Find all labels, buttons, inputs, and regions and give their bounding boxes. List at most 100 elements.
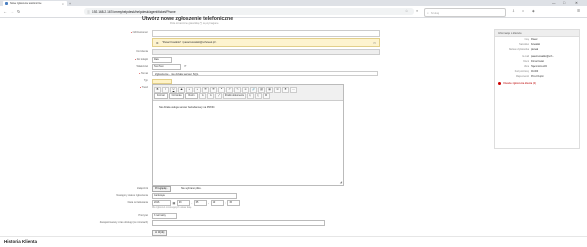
cc-label: Do klienta [136,50,148,53]
attachment-label: Załącznik [137,187,148,190]
pending-minute-select[interactable]: 15 [227,200,241,206]
editor-body-text[interactable]: Nie działa usługa serwer bazodanowy na P… [159,106,215,109]
menu-icon[interactable]: ☰ [577,9,580,13]
bookmark-star-icon[interactable]: ☆ [405,9,408,13]
search-icon: ⌕ [427,10,429,15]
subject-label: Temat [88,72,148,75]
subject-input[interactable]: Zgłoszenie - nie działa serwer SQL [152,70,378,76]
pending-month-select[interactable]: 03 [176,200,190,206]
font-select[interactable]: Czcionka [168,93,185,99]
favicon-icon [5,2,8,5]
open-tickets-link[interactable]: Otwarte zgłoszenia klienta (0) [503,82,536,85]
calendar-icon[interactable]: ▦ [173,201,176,205]
info-value: Przez Dupki [531,76,544,78]
text-label: Treść [88,86,148,89]
address-bar[interactable]: ⓘ 192.168.2.167/ommyhelpdesk/helpdesk/ag… [84,8,414,15]
paste-button[interactable]: ⎗ [254,93,262,99]
time-units-label: Zarejestrowany czas obsługi (w minutach) [99,221,148,224]
info-value: pkowal [531,49,539,51]
browser-tab-title: Nowe zgłoszenie telefoniczne [10,2,42,5]
maximize-button[interactable]: ⤢ [215,93,223,99]
customer-info-header: Informacje o kliencie [495,30,579,37]
paste-text-button[interactable]: ⌘ [262,93,270,99]
date-separator: - [191,201,193,205]
window-minimize-button[interactable]: — [552,1,556,5]
info-value: 00-000 [531,71,539,73]
info-key: Miejscowość [515,76,529,78]
info-key: Ulica [523,66,529,68]
pending-day-select[interactable]: 05 [193,200,207,206]
attachment-status: Nie wybrano pliku. [181,187,202,190]
from-input[interactable] [152,30,380,37]
next-state-label: Następny status zgłoszenia [116,194,148,197]
customer-chip: ⊗ "Pawel Kowalski" <pawel.kowalski@schow… [152,38,380,47]
info-key: Klient [523,61,529,63]
extension-icon[interactable]: ◈ [532,9,535,13]
section-divider [0,236,587,237]
time-units-input[interactable] [152,220,325,226]
text-color-button[interactable]: A [199,93,207,99]
anchor-button[interactable]: ⚑ [282,87,289,93]
open-tickets-icon [498,82,501,85]
format-select[interactable]: Format [154,93,168,99]
info-value: Tajemnicza 222 [531,66,547,68]
date-separator: - [208,201,210,205]
page-subtitle: Pola oznaczone gwiazdką (*) są wymagane. [170,22,220,25]
resize-handle-icon[interactable]: ◢ [340,180,342,184]
source-button[interactable]: Źródło dokumentu [223,93,246,99]
remove-customer-icon[interactable]: ⊗ [156,41,159,45]
reader-icon[interactable]: ≡ [416,9,418,13]
info-key: E-mail [522,56,529,58]
customer-info-panel: Informacje o kliencie Imię Paweł Nazwisk… [494,29,580,149]
info-value: Paweł [531,39,538,41]
info-value: Kowalski [531,44,541,46]
reload-icon[interactable]: ↻ [17,9,20,14]
browser-search[interactable]: ⌕ Szukaj [424,8,506,17]
customer-chip-text: "Pawel Kowalski" <pawel.kowalski@schowek… [162,40,217,44]
page-title: Utwórz nowe zgłoszenie telefoniczne [142,15,234,22]
address-bar-url: 192.168.2.167/ommyhelpdesk/helpdesk/agen… [92,9,176,14]
pending-hint: Dla zgłoszeń oczekujących ustaw datę. [152,207,192,209]
pending-year-select[interactable]: 2016 [152,200,171,206]
info-value[interactable]: pawel.kowalski@sch... [531,56,554,58]
more-button[interactable]: ⋯ [290,87,297,93]
tab-close-icon[interactable]: × [62,2,64,6]
copy-button[interactable]: ⎘ [246,93,254,99]
info-value: Firma Kowal [531,61,544,63]
browse-button[interactable]: Przeglądaj... [152,186,172,192]
forward-icon[interactable]: → [10,9,14,14]
type-select[interactable] [152,78,172,84]
priority-label: Priorytet [138,214,148,217]
pending-date-label: Data oczekiwania [127,201,148,204]
queue-label: Do kolejki [88,58,148,61]
size-select[interactable]: Rozm. [185,93,199,99]
from-label: Od/Customer [88,31,148,34]
search-input[interactable]: Szukaj [431,11,439,15]
refresh-owner-icon[interactable]: ⟳ [184,64,187,68]
window-close-button[interactable]: ✕ [575,1,578,5]
bg-color-button[interactable]: A [207,93,215,99]
site-info-icon[interactable]: ⓘ [87,10,90,14]
cc-input[interactable] [152,49,380,55]
submit-label: Wyślij [158,231,165,234]
owner-label: Właściciel [136,65,148,68]
window-maximize-button[interactable]: □ [563,1,565,5]
back-icon[interactable]: ← [3,9,7,14]
downloads-icon[interactable]: ⇩ [512,9,515,13]
special-char-button[interactable]: Ω [274,87,281,93]
queue-select[interactable]: Raw [152,57,172,63]
pending-hour-select[interactable]: 10 [210,200,224,206]
customer-info-icon[interactable]: ▭ [373,41,376,45]
rich-text-editor[interactable]: B I U S ≡ ≡ ☰ ☰ ❝ ↶ ↷ ⊘ 🔗 ⛓ ▦ Ω ⚑ ⋯ Form… [152,84,344,186]
customer-info-title: Informacje o kliencie [498,31,522,35]
info-key: Nazwa użytkownika [508,49,529,51]
new-tab-button[interactable]: + [69,2,71,6]
info-key: Nazwisko [519,44,529,46]
type-label: Typ [143,79,148,82]
home-icon[interactable]: ⌂ [522,9,524,13]
time-separator: : [225,201,226,205]
priority-select[interactable]: 3 normalny [152,213,177,219]
owner-select[interactable]: Test Test [152,64,181,70]
info-key: Kod pocztowy [514,71,529,73]
next-state-select[interactable]: zamknięte [152,193,237,199]
